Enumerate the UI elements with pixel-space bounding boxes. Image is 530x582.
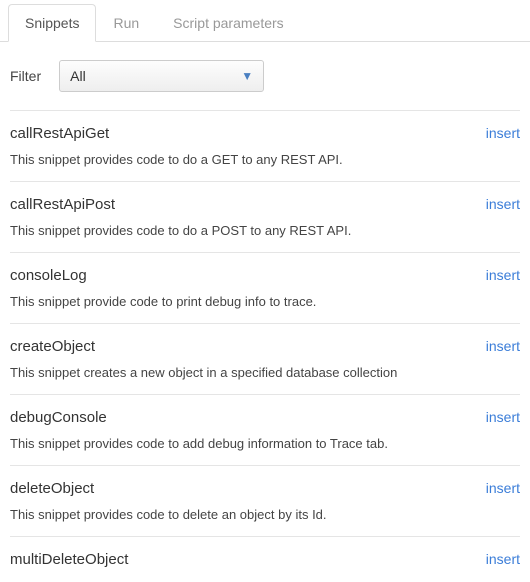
snippet-name: debugConsole: [10, 409, 107, 426]
snippet-name: multiDeleteObject: [10, 551, 128, 568]
tab-bar: Snippets Run Script parameters: [0, 0, 530, 42]
snippet-header: consoleLog insert: [10, 267, 520, 284]
snippet-description: This snippet provides code to add debug …: [10, 436, 520, 451]
snippet-name: callRestApiGet: [10, 125, 109, 142]
snippet-description: This snippet provides code to do a POST …: [10, 223, 520, 238]
insert-link[interactable]: insert: [486, 409, 520, 425]
snippet-header: callRestApiPost insert: [10, 196, 520, 213]
snippet-description: This snippet creates a new object in a s…: [10, 365, 520, 380]
filter-select-value: All: [70, 68, 241, 84]
filter-label: Filter: [10, 68, 41, 84]
chevron-down-icon: ▼: [241, 69, 253, 83]
snippet-item: consoleLog insert This snippet provide cod…: [10, 252, 520, 323]
snippet-description: This snippet provides code to do a GET t…: [10, 152, 520, 167]
snippet-item: createObject insert This snippet creates a…: [10, 323, 520, 394]
snippet-list: callRestApiGet insert This snippet provide…: [0, 110, 530, 582]
snippet-description: This snippet provide code to print debug…: [10, 294, 520, 309]
snippet-header: debugConsole insert: [10, 409, 520, 426]
snippet-item: debugConsole insert This snippet provides …: [10, 394, 520, 465]
snippet-name: consoleLog: [10, 267, 87, 284]
insert-link[interactable]: insert: [486, 196, 520, 212]
snippet-item: multiDeleteObject insert: [10, 536, 520, 582]
snippet-header: createObject insert: [10, 338, 520, 355]
insert-link[interactable]: insert: [486, 480, 520, 496]
filter-row: Filter All ▼: [0, 42, 530, 110]
snippet-name: callRestApiPost: [10, 196, 115, 213]
tab-snippets[interactable]: Snippets: [8, 4, 96, 42]
snippet-header: deleteObject insert: [10, 480, 520, 497]
insert-link[interactable]: insert: [486, 551, 520, 567]
snippet-name: deleteObject: [10, 480, 94, 497]
tab-run[interactable]: Run: [96, 4, 156, 42]
snippet-item: deleteObject insert This snippet provides …: [10, 465, 520, 536]
snippet-item: callRestApiGet insert This snippet provide…: [10, 110, 520, 181]
snippet-header: multiDeleteObject insert: [10, 551, 520, 568]
insert-link[interactable]: insert: [486, 267, 520, 283]
snippet-item: callRestApiPost insert This snippet provid…: [10, 181, 520, 252]
snippet-description: This snippet provides code to delete an …: [10, 507, 520, 522]
filter-select[interactable]: All ▼: [59, 60, 264, 92]
snippet-name: createObject: [10, 338, 95, 355]
snippet-header: callRestApiGet insert: [10, 125, 520, 142]
insert-link[interactable]: insert: [486, 125, 520, 141]
insert-link[interactable]: insert: [486, 338, 520, 354]
tab-script-parameters[interactable]: Script parameters: [156, 4, 300, 42]
